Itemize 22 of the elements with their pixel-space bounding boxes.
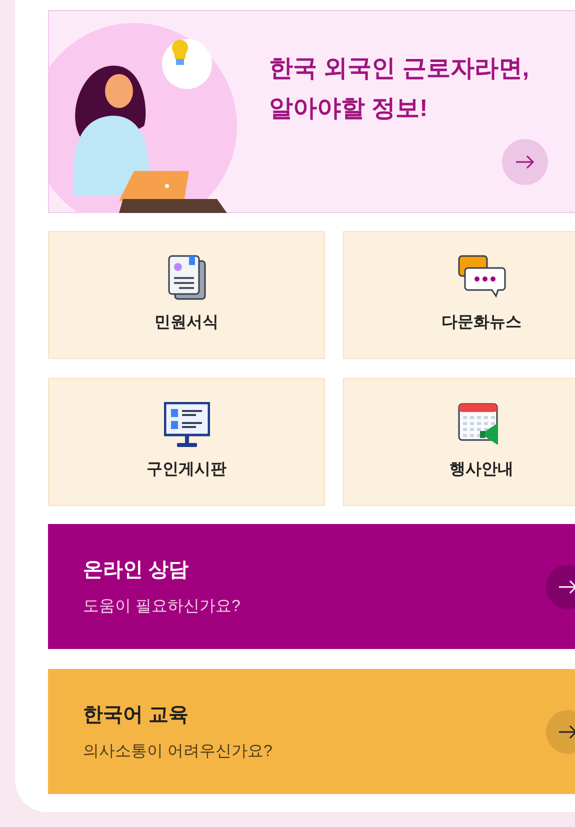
service-card[interactable]: 온라인 상담 도움이 필요하신가요? [48, 524, 575, 649]
tile-label: 구인게시판 [146, 460, 226, 480]
arrow-right-icon [515, 155, 535, 169]
card-title: 온라인 상담 [83, 558, 190, 582]
tile-label: 다문화뉴스 [442, 313, 522, 333]
arrow-right-icon [558, 724, 575, 738]
card-subtitle: 도움이 필요하신가요? [83, 596, 242, 616]
service-card[interactable]: 한국어 교육 의사소통이 어려우신가요? [48, 669, 575, 794]
menu-tile[interactable]: 민원서식 [48, 231, 325, 359]
menu-tile[interactable]: 구인게시판 [48, 378, 325, 506]
document-icon [166, 255, 206, 301]
banner-title: 한국 외국인 근로자라면, [269, 54, 530, 84]
card-title: 한국어 교육 [83, 702, 190, 728]
presentation-board-icon [164, 402, 210, 448]
arrow-right-icon [558, 580, 575, 594]
tile-label: 행사안내 [450, 460, 514, 480]
tile-label: 민원서식 [154, 313, 218, 333]
card-subtitle: 의사소통이 어려우신가요? [83, 742, 274, 762]
info-banner[interactable]: 한국 외국인 근로자라면, 알아야할 정보! [48, 10, 575, 213]
menu-tile[interactable]: 행사안내 [343, 378, 575, 506]
banner-title: 알아야할 정보! [269, 94, 429, 124]
menu-tile[interactable]: 다문화뉴스 [343, 231, 575, 359]
